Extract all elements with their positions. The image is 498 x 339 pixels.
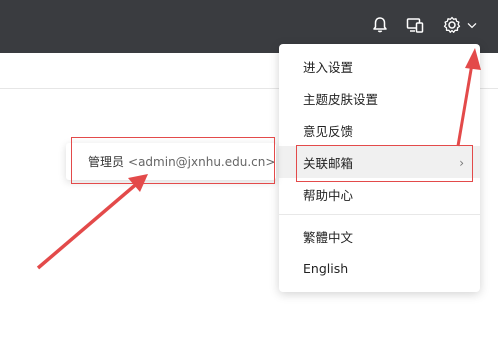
menu-item-label: 主题皮肤设置 <box>303 91 379 107</box>
bell-icon[interactable] <box>369 14 391 36</box>
menu-item-enter-settings[interactable]: 进入设置 <box>279 50 480 82</box>
gear-icon[interactable] <box>441 14 463 36</box>
menu-divider <box>279 214 480 215</box>
linked-mailbox-submenu-item[interactable]: 管理员 <admin@jxnhu.edu.cn> <box>66 143 276 180</box>
menu-item-label: 繁體中文 <box>303 229 354 245</box>
account-name: 管理员 <box>88 155 125 169</box>
chevron-down-icon[interactable] <box>464 14 480 36</box>
menu-item-english[interactable]: English <box>279 252 480 284</box>
menu-item-label: English <box>303 260 349 276</box>
menu-item-traditional-chinese[interactable]: 繁體中文 <box>279 220 480 252</box>
account-email: <admin@jxnhu.edu.cn> <box>128 154 276 169</box>
menu-item-help-center[interactable]: 帮助中心 <box>279 178 480 210</box>
menu-item-label: 关联邮箱 <box>303 155 354 171</box>
menu-item-linked-mailbox[interactable]: 关联邮箱 › <box>279 146 480 178</box>
settings-dropdown-menu: 进入设置 主题皮肤设置 意见反馈 关联邮箱 › 帮助中心 繁體中文 Englis… <box>279 44 480 292</box>
menu-item-label: 进入设置 <box>303 59 354 75</box>
menu-item-label: 意见反馈 <box>303 123 354 139</box>
menu-item-theme-skin[interactable]: 主题皮肤设置 <box>279 82 480 114</box>
menu-item-label: 帮助中心 <box>303 187 354 203</box>
device-sync-icon[interactable] <box>404 14 426 36</box>
menu-item-feedback[interactable]: 意见反馈 <box>279 114 480 146</box>
chevron-right-icon: › <box>459 156 464 170</box>
